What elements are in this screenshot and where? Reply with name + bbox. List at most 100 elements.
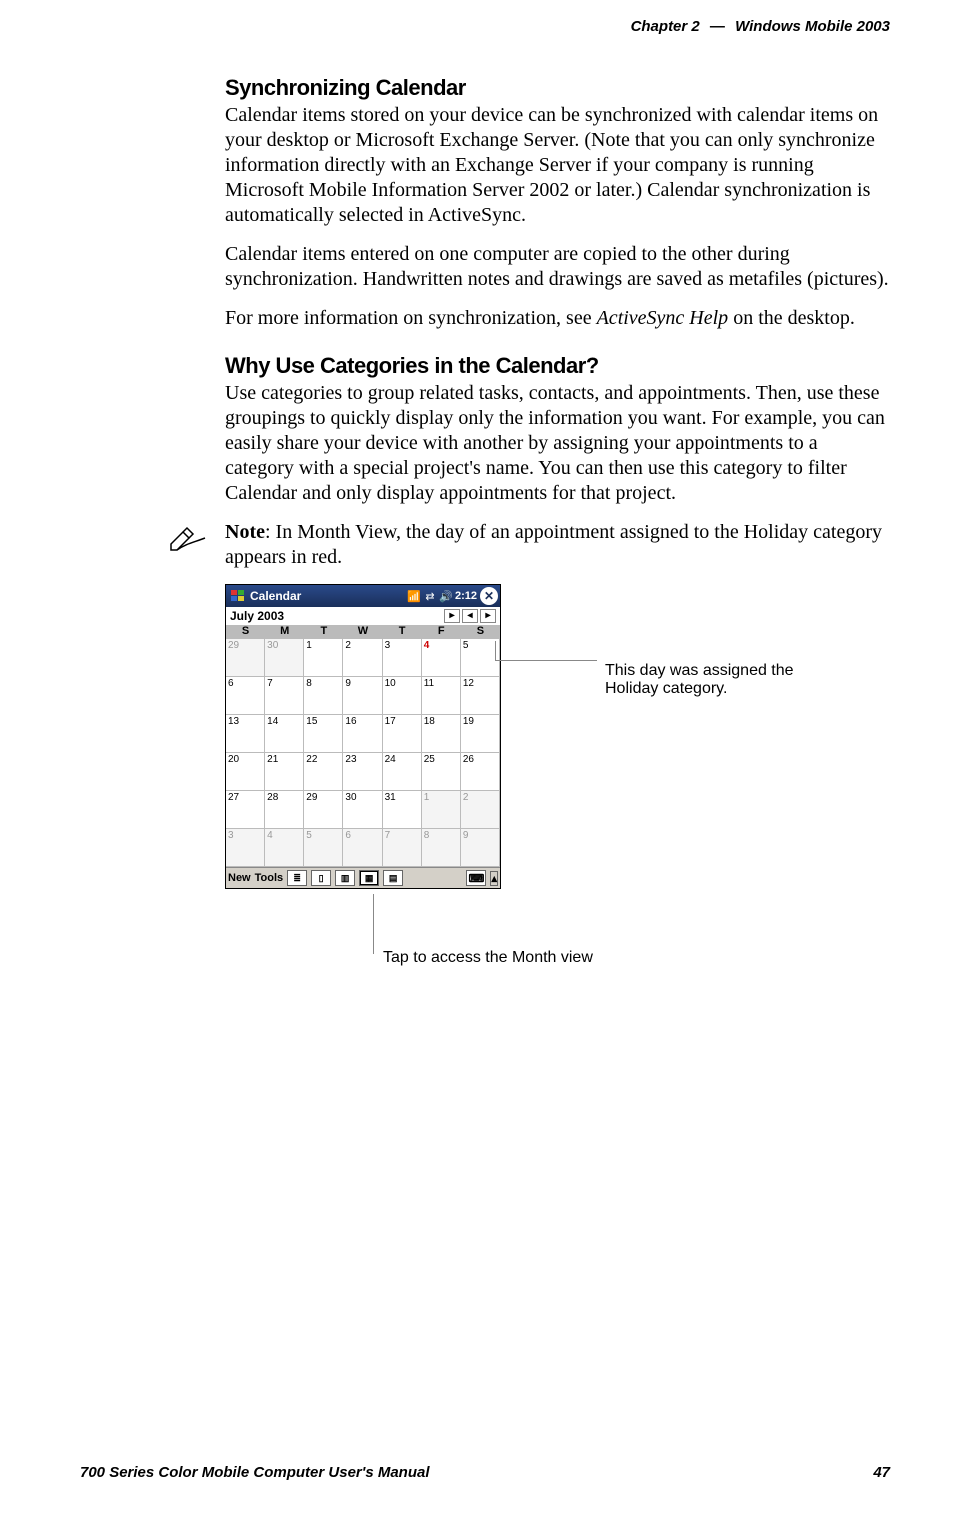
- calendar-month-grid[interactable]: 2930123456789101112131415161718192021222…: [226, 639, 500, 867]
- sip-arrow-up-icon[interactable]: ▴: [490, 871, 498, 886]
- calendar-day-cell[interactable]: 16: [343, 715, 382, 753]
- calendar-day-cell[interactable]: 20: [226, 753, 265, 791]
- day-number: 3: [228, 830, 234, 841]
- day-number: 28: [267, 792, 278, 803]
- day-number: 31: [385, 792, 396, 803]
- day-number: 8: [306, 678, 312, 689]
- dow-cell: S: [461, 625, 500, 639]
- calendar-day-cell[interactable]: 4: [265, 829, 304, 867]
- day-number: 21: [267, 754, 278, 765]
- calendar-day-cell[interactable]: 3: [226, 829, 265, 867]
- callout-monthview: Tap to access the Month view: [383, 949, 593, 967]
- para-note: Note: In Month View, the day of an appoi…: [225, 520, 890, 570]
- calendar-day-cell[interactable]: 29: [226, 639, 265, 677]
- calendar-day-cell[interactable]: 13: [226, 715, 265, 753]
- calendar-day-cell[interactable]: 4: [422, 639, 461, 677]
- goto-today-button[interactable]: ▸: [444, 609, 460, 623]
- volume-icon[interactable]: 🔊: [438, 588, 454, 604]
- para-sync-3: For more information on synchronization,…: [225, 306, 890, 331]
- calendar-day-cell[interactable]: 9: [461, 829, 500, 867]
- day-number: 1: [306, 640, 312, 651]
- calendar-day-cell[interactable]: 26: [461, 753, 500, 791]
- menu-new[interactable]: New: [228, 872, 251, 884]
- calendar-day-cell[interactable]: 6: [343, 829, 382, 867]
- app-title: Calendar: [250, 589, 301, 603]
- calendar-day-cell[interactable]: 1: [422, 791, 461, 829]
- calendar-day-cell[interactable]: 8: [422, 829, 461, 867]
- day-number: 3: [385, 640, 391, 651]
- day-number: 6: [345, 830, 351, 841]
- dow-cell: M: [265, 625, 304, 639]
- view-agenda-icon[interactable]: ≣: [287, 870, 307, 886]
- day-number: 4: [267, 830, 273, 841]
- calendar-day-cell[interactable]: 7: [383, 829, 422, 867]
- sip-keyboard-icon[interactable]: ⌨: [466, 870, 486, 886]
- day-number: 5: [306, 830, 312, 841]
- calendar-day-cell[interactable]: 9: [343, 677, 382, 715]
- callout-line: [495, 660, 597, 661]
- day-number: 29: [228, 640, 239, 651]
- month-nav-row: July 2003 ▸ ◂ ▸: [226, 607, 500, 625]
- dow-cell: W: [343, 625, 382, 639]
- calendar-day-cell[interactable]: 11: [422, 677, 461, 715]
- calendar-day-cell[interactable]: 10: [383, 677, 422, 715]
- note-pencil-icon: [165, 522, 209, 552]
- day-number: 7: [385, 830, 391, 841]
- antenna-icon[interactable]: 📶: [406, 588, 422, 604]
- calendar-day-cell[interactable]: 27: [226, 791, 265, 829]
- calendar-day-cell[interactable]: 24: [383, 753, 422, 791]
- view-day-icon[interactable]: ▯: [311, 870, 331, 886]
- calendar-day-cell[interactable]: 23: [343, 753, 382, 791]
- day-number: 23: [345, 754, 356, 765]
- day-number: 20: [228, 754, 239, 765]
- day-number: 19: [463, 716, 474, 727]
- calendar-day-cell[interactable]: 1: [304, 639, 343, 677]
- calendar-day-cell[interactable]: 2: [461, 791, 500, 829]
- calendar-day-cell[interactable]: 15: [304, 715, 343, 753]
- calendar-day-cell[interactable]: 30: [265, 639, 304, 677]
- note-label: Note: [225, 521, 265, 543]
- running-header: Chapter 2 — Windows Mobile 2003: [631, 18, 890, 35]
- calendar-day-cell[interactable]: 19: [461, 715, 500, 753]
- next-month-button[interactable]: ▸: [480, 609, 496, 623]
- day-number: 24: [385, 754, 396, 765]
- calendar-day-cell[interactable]: 14: [265, 715, 304, 753]
- calendar-day-cell[interactable]: 28: [265, 791, 304, 829]
- calendar-day-cell[interactable]: 2: [343, 639, 382, 677]
- calendar-day-cell[interactable]: 5: [304, 829, 343, 867]
- footer-pagenum: 47: [873, 1464, 890, 1481]
- day-number: 16: [345, 716, 356, 727]
- note-text: : In Month View, the day of an appointme…: [225, 521, 882, 568]
- calendar-day-cell[interactable]: 18: [422, 715, 461, 753]
- day-number: 1: [424, 792, 430, 803]
- day-number: 29: [306, 792, 317, 803]
- day-number: 9: [463, 830, 469, 841]
- calendar-day-cell[interactable]: 17: [383, 715, 422, 753]
- start-flag-icon[interactable]: [228, 588, 248, 604]
- day-number: 22: [306, 754, 317, 765]
- view-year-icon[interactable]: ▤: [383, 870, 403, 886]
- device-titlebar: Calendar 📶 ⇄ 🔊 2:12 ✕: [226, 585, 500, 607]
- prev-month-button[interactable]: ◂: [462, 609, 478, 623]
- calendar-day-cell[interactable]: 25: [422, 753, 461, 791]
- calendar-day-cell[interactable]: 22: [304, 753, 343, 791]
- calendar-day-cell[interactable]: 6: [226, 677, 265, 715]
- calendar-day-cell[interactable]: 31: [383, 791, 422, 829]
- day-number: 15: [306, 716, 317, 727]
- calendar-day-cell[interactable]: 30: [343, 791, 382, 829]
- calendar-day-cell[interactable]: 7: [265, 677, 304, 715]
- calendar-day-cell[interactable]: 12: [461, 677, 500, 715]
- day-number: 6: [228, 678, 234, 689]
- month-label[interactable]: July 2003: [230, 609, 284, 623]
- calendar-day-cell[interactable]: 29: [304, 791, 343, 829]
- calendar-day-cell[interactable]: 21: [265, 753, 304, 791]
- day-number: 17: [385, 716, 396, 727]
- menu-tools[interactable]: Tools: [255, 872, 284, 884]
- view-month-icon[interactable]: ▦: [359, 870, 379, 886]
- header-title: Windows Mobile 2003: [735, 18, 890, 35]
- close-button[interactable]: ✕: [480, 587, 498, 605]
- calendar-day-cell[interactable]: 8: [304, 677, 343, 715]
- sync-icon[interactable]: ⇄: [422, 588, 438, 604]
- view-week-icon[interactable]: ▥: [335, 870, 355, 886]
- calendar-day-cell[interactable]: 3: [383, 639, 422, 677]
